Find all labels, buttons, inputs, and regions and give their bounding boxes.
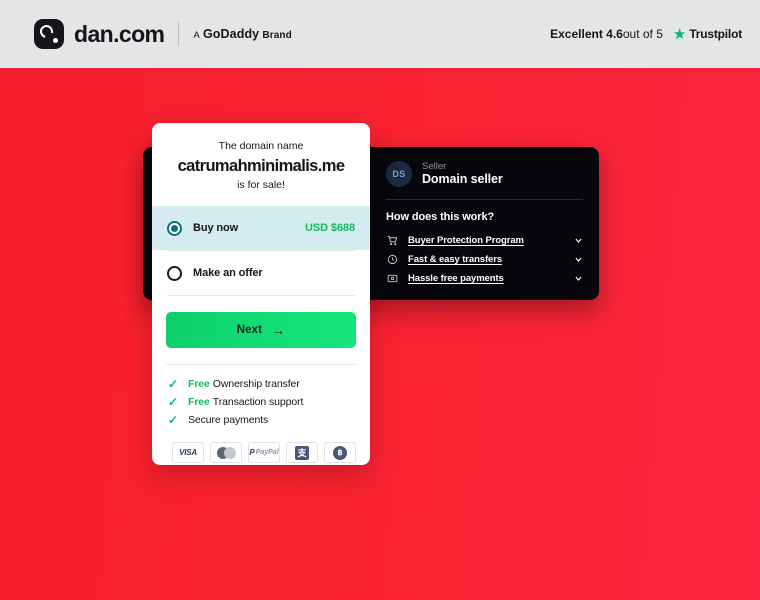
arrow-right-icon: → (271, 322, 286, 338)
benefit-item: ✓ Secure payments (168, 414, 356, 426)
paypal-icon: P PayPal (248, 442, 280, 463)
site-header: dan.com A GoDaddy Brand Excellent 4.6 ou… (0, 0, 760, 68)
accordion-label: Fast & easy transfers (408, 254, 503, 265)
accordion-label: Buyer Protection Program (408, 235, 524, 246)
check-icon: ✓ (168, 413, 178, 427)
bitcoin-mark: ฿ (333, 445, 347, 460)
logo-text: dan.com (74, 20, 165, 47)
brand-group[interactable]: dan.com A GoDaddy Brand (34, 19, 292, 49)
radio-make-an-offer[interactable] (167, 265, 182, 281)
check-icon: ✓ (168, 395, 178, 409)
benefit-item: ✓ Free Ownership transfer (168, 378, 356, 390)
mastercard-icon (210, 442, 242, 463)
benefit-free-tag: Free (188, 396, 210, 408)
domain-post-text: is for sale! (237, 179, 285, 191)
option-label: Make an offer (193, 267, 263, 279)
payment-methods: VISA P PayPal 支 ฿ (152, 432, 370, 463)
alipay-mark: 支 (295, 445, 309, 460)
brand-word: Brand (262, 30, 292, 41)
star-icon: ★ (672, 25, 687, 43)
option-label: Buy now (193, 222, 239, 234)
cart-icon (386, 234, 399, 247)
option-buy-now[interactable]: Buy now USD $688 (152, 206, 370, 250)
chevron-down-icon (573, 236, 583, 245)
trustpilot-rating[interactable]: Excellent 4.6 out of 5 ★ Trustpilot (550, 27, 742, 42)
bitcoin-icon: ฿ (324, 442, 356, 463)
domain-heading: The domain name catrumahminimalis.me is … (152, 123, 370, 206)
next-button[interactable]: Next → (166, 312, 356, 348)
accordion-item-hassle-free-payments[interactable]: Hassle free payments (386, 269, 583, 288)
chevron-down-icon (573, 255, 583, 264)
purchase-card: The domain name catrumahminimalis.me is … (152, 123, 370, 465)
header-divider (178, 22, 180, 46)
trustpilot-outof: out of 5 (622, 27, 663, 41)
seller-header: DS Seller Domain seller (386, 161, 583, 187)
benefit-text: Ownership transfer (212, 378, 300, 390)
trustpilot-name: Trustpilot (689, 27, 742, 41)
clock-icon (386, 253, 399, 266)
chevron-down-icon (573, 274, 583, 283)
seller-name: Domain seller (422, 172, 503, 186)
visa-icon: VISA (172, 442, 204, 463)
benefit-free-tag: Free (188, 378, 210, 390)
option-make-an-offer[interactable]: Make an offer (152, 251, 370, 295)
benefit-text: Secure payments (188, 414, 269, 426)
benefit-item: ✓ Free Transaction support (168, 396, 356, 408)
avatar: DS (386, 161, 412, 187)
paypal-label: PayPal (255, 449, 279, 456)
payment-card-icon (386, 272, 399, 285)
dan-logo-icon (34, 19, 64, 49)
seller-meta: Seller Domain seller (422, 161, 503, 187)
page-root: dan.com A GoDaddy Brand Excellent 4.6 ou… (0, 0, 760, 600)
domain-pre-text: The domain name (218, 140, 304, 152)
next-button-label: Next (236, 324, 263, 336)
seller-label: Seller (422, 161, 447, 172)
seller-divider (386, 199, 583, 200)
visa-label: VISA (179, 448, 197, 457)
brand-a: A (193, 30, 200, 41)
accordion-item-buyer-protection[interactable]: Buyer Protection Program (386, 231, 583, 250)
paypal-mark: P (249, 448, 255, 457)
how-does-this-work-title: How does this work? (386, 211, 495, 223)
buy-now-price: USD $688 (305, 222, 355, 234)
next-button-wrap: Next → (152, 296, 370, 364)
accordion-label: Hassle free payments (408, 273, 504, 284)
trustpilot-score: Excellent 4.6 (550, 27, 623, 41)
benefit-text: Transaction support (212, 396, 304, 408)
radio-buy-now[interactable] (167, 220, 182, 236)
accordion-item-fast-transfers[interactable]: Fast & easy transfers (386, 250, 583, 269)
benefits-list: ✓ Free Ownership transfer ✓ Free Transac… (152, 365, 370, 426)
brand-godaddy: GoDaddy (202, 27, 260, 41)
seller-panel-content: DS Seller Domain seller How does this wo… (370, 147, 599, 300)
check-icon: ✓ (168, 377, 178, 391)
alipay-icon: 支 (286, 442, 318, 463)
godaddy-brand-note: A GoDaddy Brand (193, 27, 291, 41)
page-title: catrumahminimalis.me (177, 157, 345, 175)
